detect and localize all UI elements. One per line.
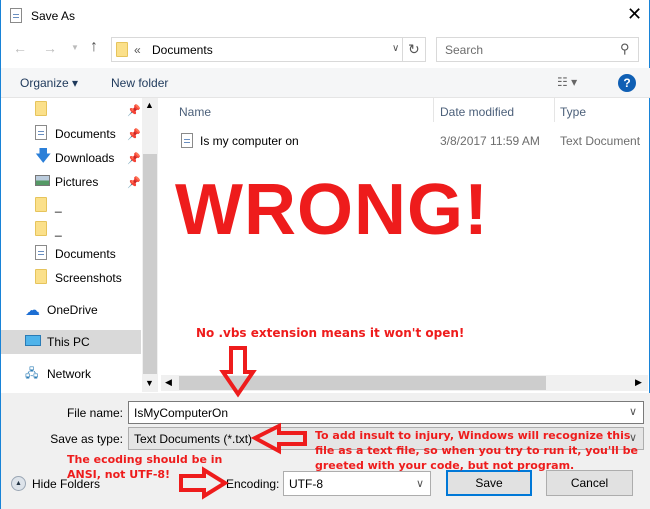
- left-arrow: [250, 422, 307, 455]
- right-arrow: [179, 466, 229, 500]
- down-arrow: [219, 346, 257, 398]
- annotation-arrows: [179, 346, 307, 500]
- save-as-dialog: Save As ✕ ← → ▼ ↑ « Documents ∨ ↻ Search…: [0, 0, 650, 509]
